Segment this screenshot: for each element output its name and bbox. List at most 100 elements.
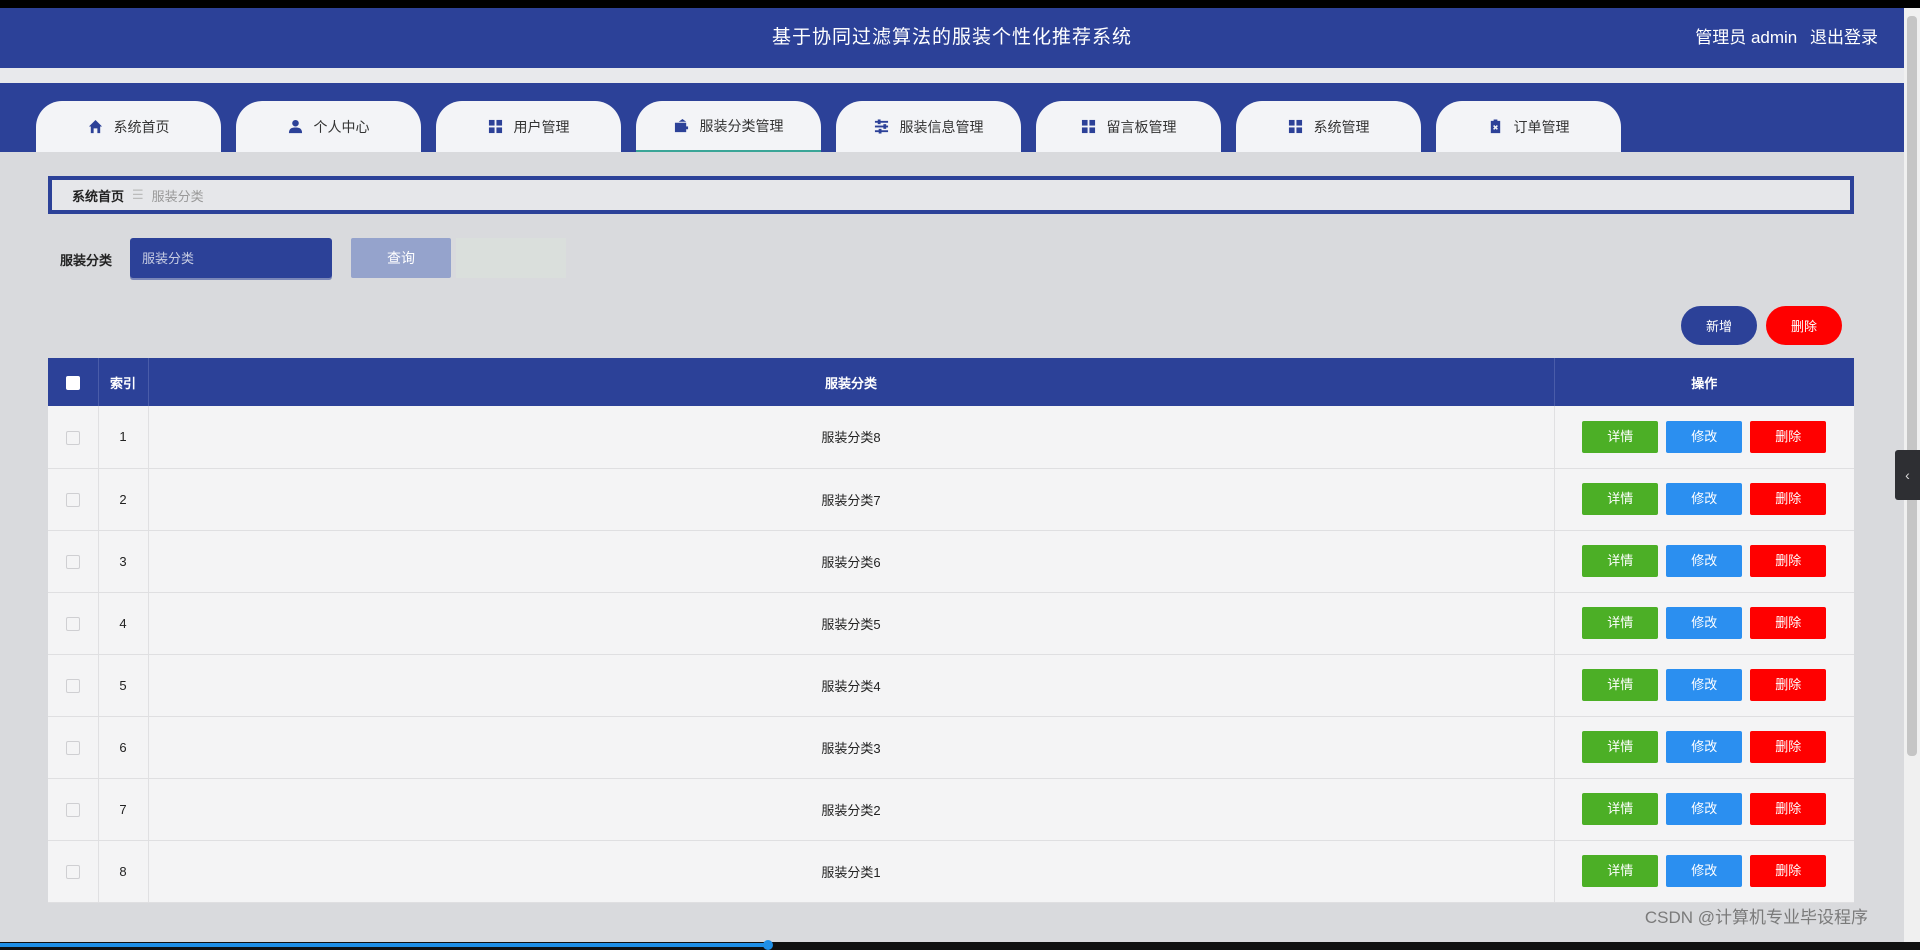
row-delete-button[interactable]: 删除 — [1750, 793, 1827, 825]
edit-button[interactable]: 修改 — [1666, 545, 1743, 577]
tab-user-management[interactable]: 用户管理 — [436, 101, 621, 152]
index-cell: 7 — [98, 778, 149, 841]
category-search-input[interactable] — [130, 238, 332, 278]
row-delete-button[interactable]: 删除 — [1750, 607, 1827, 639]
edit-button[interactable]: 修改 — [1666, 669, 1743, 701]
user-area: 管理员 admin 退出登录 — [1687, 8, 1878, 68]
detail-button[interactable]: 详情 — [1582, 607, 1659, 639]
detail-button[interactable]: 详情 — [1582, 483, 1659, 515]
index-cell: 1 — [98, 406, 149, 469]
ops-cell: 详情 修改 删除 — [1554, 716, 1854, 779]
ops-cell: 详情 修改 删除 — [1554, 654, 1854, 717]
index-cell: 6 — [98, 716, 149, 779]
clipboard-icon — [1488, 119, 1504, 135]
batch-delete-button[interactable]: 删除 — [1766, 306, 1842, 345]
index-cell: 5 — [98, 654, 149, 717]
ops-cell: 详情 修改 删除 — [1554, 530, 1854, 593]
breadcrumb-separator-icon: ☰ — [132, 187, 144, 202]
header-ops: 操作 — [1554, 358, 1854, 406]
edit-button[interactable]: 修改 — [1666, 855, 1743, 887]
breadcrumb-home[interactable]: 系统首页 — [72, 186, 124, 205]
detail-button[interactable]: 详情 — [1582, 793, 1659, 825]
ops-cell: 详情 修改 删除 — [1554, 468, 1854, 531]
search-label: 服装分类 — [60, 253, 113, 268]
category-cell: 服装分类8 — [148, 406, 1555, 469]
tab-label: 订单管理 — [1513, 118, 1570, 135]
row-delete-button[interactable]: 删除 — [1750, 855, 1827, 887]
select-cell — [48, 468, 99, 531]
grid-icon — [1288, 119, 1304, 135]
edit-button[interactable]: 修改 — [1666, 793, 1743, 825]
edit-button[interactable]: 修改 — [1666, 483, 1743, 515]
row-checkbox[interactable] — [65, 864, 80, 879]
system-title: 基于协同过滤算法的服装个性化推荐系统 — [771, 27, 1132, 48]
edit-button[interactable]: 修改 — [1666, 731, 1743, 763]
edit-button[interactable]: 修改 — [1666, 420, 1743, 453]
row-checkbox[interactable] — [65, 492, 80, 507]
row-checkbox[interactable] — [65, 678, 80, 693]
select-cell — [48, 530, 99, 593]
detail-button[interactable]: 详情 — [1582, 545, 1659, 577]
app-screen: 基于协同过滤算法的服装个性化推荐系统 管理员 admin 退出登录 系统首页 个… — [0, 8, 1920, 942]
tab-message-board-management[interactable]: 留言板管理 — [1036, 101, 1221, 152]
category-cell: 服装分类7 — [148, 468, 1555, 531]
header-category: 服装分类 — [148, 358, 1555, 406]
select-cell — [48, 592, 99, 655]
index-cell: 2 — [98, 468, 149, 531]
category-cell: 服装分类5 — [148, 592, 1555, 655]
row-checkbox[interactable] — [65, 802, 80, 817]
detail-button[interactable]: 详情 — [1582, 420, 1659, 453]
table-row: 4 服装分类5 详情 修改 删除 — [48, 592, 1854, 655]
select-all-checkbox[interactable] — [65, 375, 80, 390]
row-delete-button[interactable]: 删除 — [1750, 545, 1827, 577]
row-delete-button[interactable]: 删除 — [1750, 483, 1827, 515]
tab-personal-center[interactable]: 个人中心 — [236, 101, 421, 152]
chevron-left-icon[interactable]: ‹ — [1895, 450, 1920, 500]
select-cell — [48, 406, 99, 469]
scrollbar-thumb[interactable] — [1907, 16, 1917, 756]
tab-system-management[interactable]: 系统管理 — [1236, 101, 1421, 152]
row-delete-button[interactable]: 删除 — [1750, 731, 1827, 763]
top-header: 基于协同过滤算法的服装个性化推荐系统 管理员 admin 退出登录 — [0, 8, 1904, 68]
row-delete-button[interactable]: 删除 — [1750, 420, 1827, 453]
tab-home[interactable]: 系统首页 — [36, 101, 221, 152]
detail-button[interactable]: 详情 — [1582, 855, 1659, 887]
table-row: 5 服装分类4 详情 修改 删除 — [48, 654, 1854, 717]
row-delete-button[interactable]: 删除 — [1750, 669, 1827, 701]
header-index: 索引 — [98, 358, 149, 406]
category-cell: 服装分类2 — [148, 778, 1555, 841]
category-cell: 服装分类1 — [148, 840, 1555, 903]
index-cell: 4 — [98, 592, 149, 655]
add-button[interactable]: 新增 — [1681, 306, 1757, 345]
tab-label: 系统管理 — [1313, 118, 1370, 135]
row-checkbox[interactable] — [65, 430, 80, 445]
tab-label: 服装信息管理 — [899, 118, 984, 135]
row-checkbox[interactable] — [65, 740, 80, 755]
breadcrumb: 系统首页 ☰ 服装分类 — [48, 176, 1854, 214]
row-checkbox[interactable] — [65, 554, 80, 569]
tab-clothing-info-management[interactable]: 服装信息管理 — [836, 101, 1021, 152]
tab-clothing-category-management[interactable]: 服装分类管理 — [636, 101, 821, 152]
detail-button[interactable]: 详情 — [1582, 669, 1659, 701]
progress-knob[interactable] — [763, 940, 773, 950]
index-cell: 8 — [98, 840, 149, 903]
tab-label: 个人中心 — [313, 118, 370, 135]
edit-button[interactable]: 修改 — [1666, 607, 1743, 639]
tab-order-management[interactable]: 订单管理 — [1436, 101, 1621, 152]
ops-cell: 详情 修改 删除 — [1554, 592, 1854, 655]
tab-label: 用户管理 — [513, 118, 570, 135]
query-button[interactable]: 查询 — [351, 238, 451, 278]
header-gap — [0, 68, 1904, 83]
tab-label: 服装分类管理 — [699, 117, 784, 134]
tab-label: 系统首页 — [113, 118, 170, 135]
row-checkbox[interactable] — [65, 616, 80, 631]
user-icon — [288, 119, 304, 135]
detail-button[interactable]: 详情 — [1582, 731, 1659, 763]
table-row: 1 服装分类8 详情 修改 删除 — [48, 406, 1854, 469]
table-row: 6 服装分类3 详情 修改 删除 — [48, 716, 1854, 779]
logout-link[interactable]: 退出登录 — [1810, 28, 1878, 47]
table-row: 7 服装分类2 详情 修改 删除 — [48, 778, 1854, 841]
grid-icon — [488, 119, 504, 135]
grid-icon — [1081, 119, 1097, 135]
video-progress-bar[interactable] — [0, 940, 1920, 950]
